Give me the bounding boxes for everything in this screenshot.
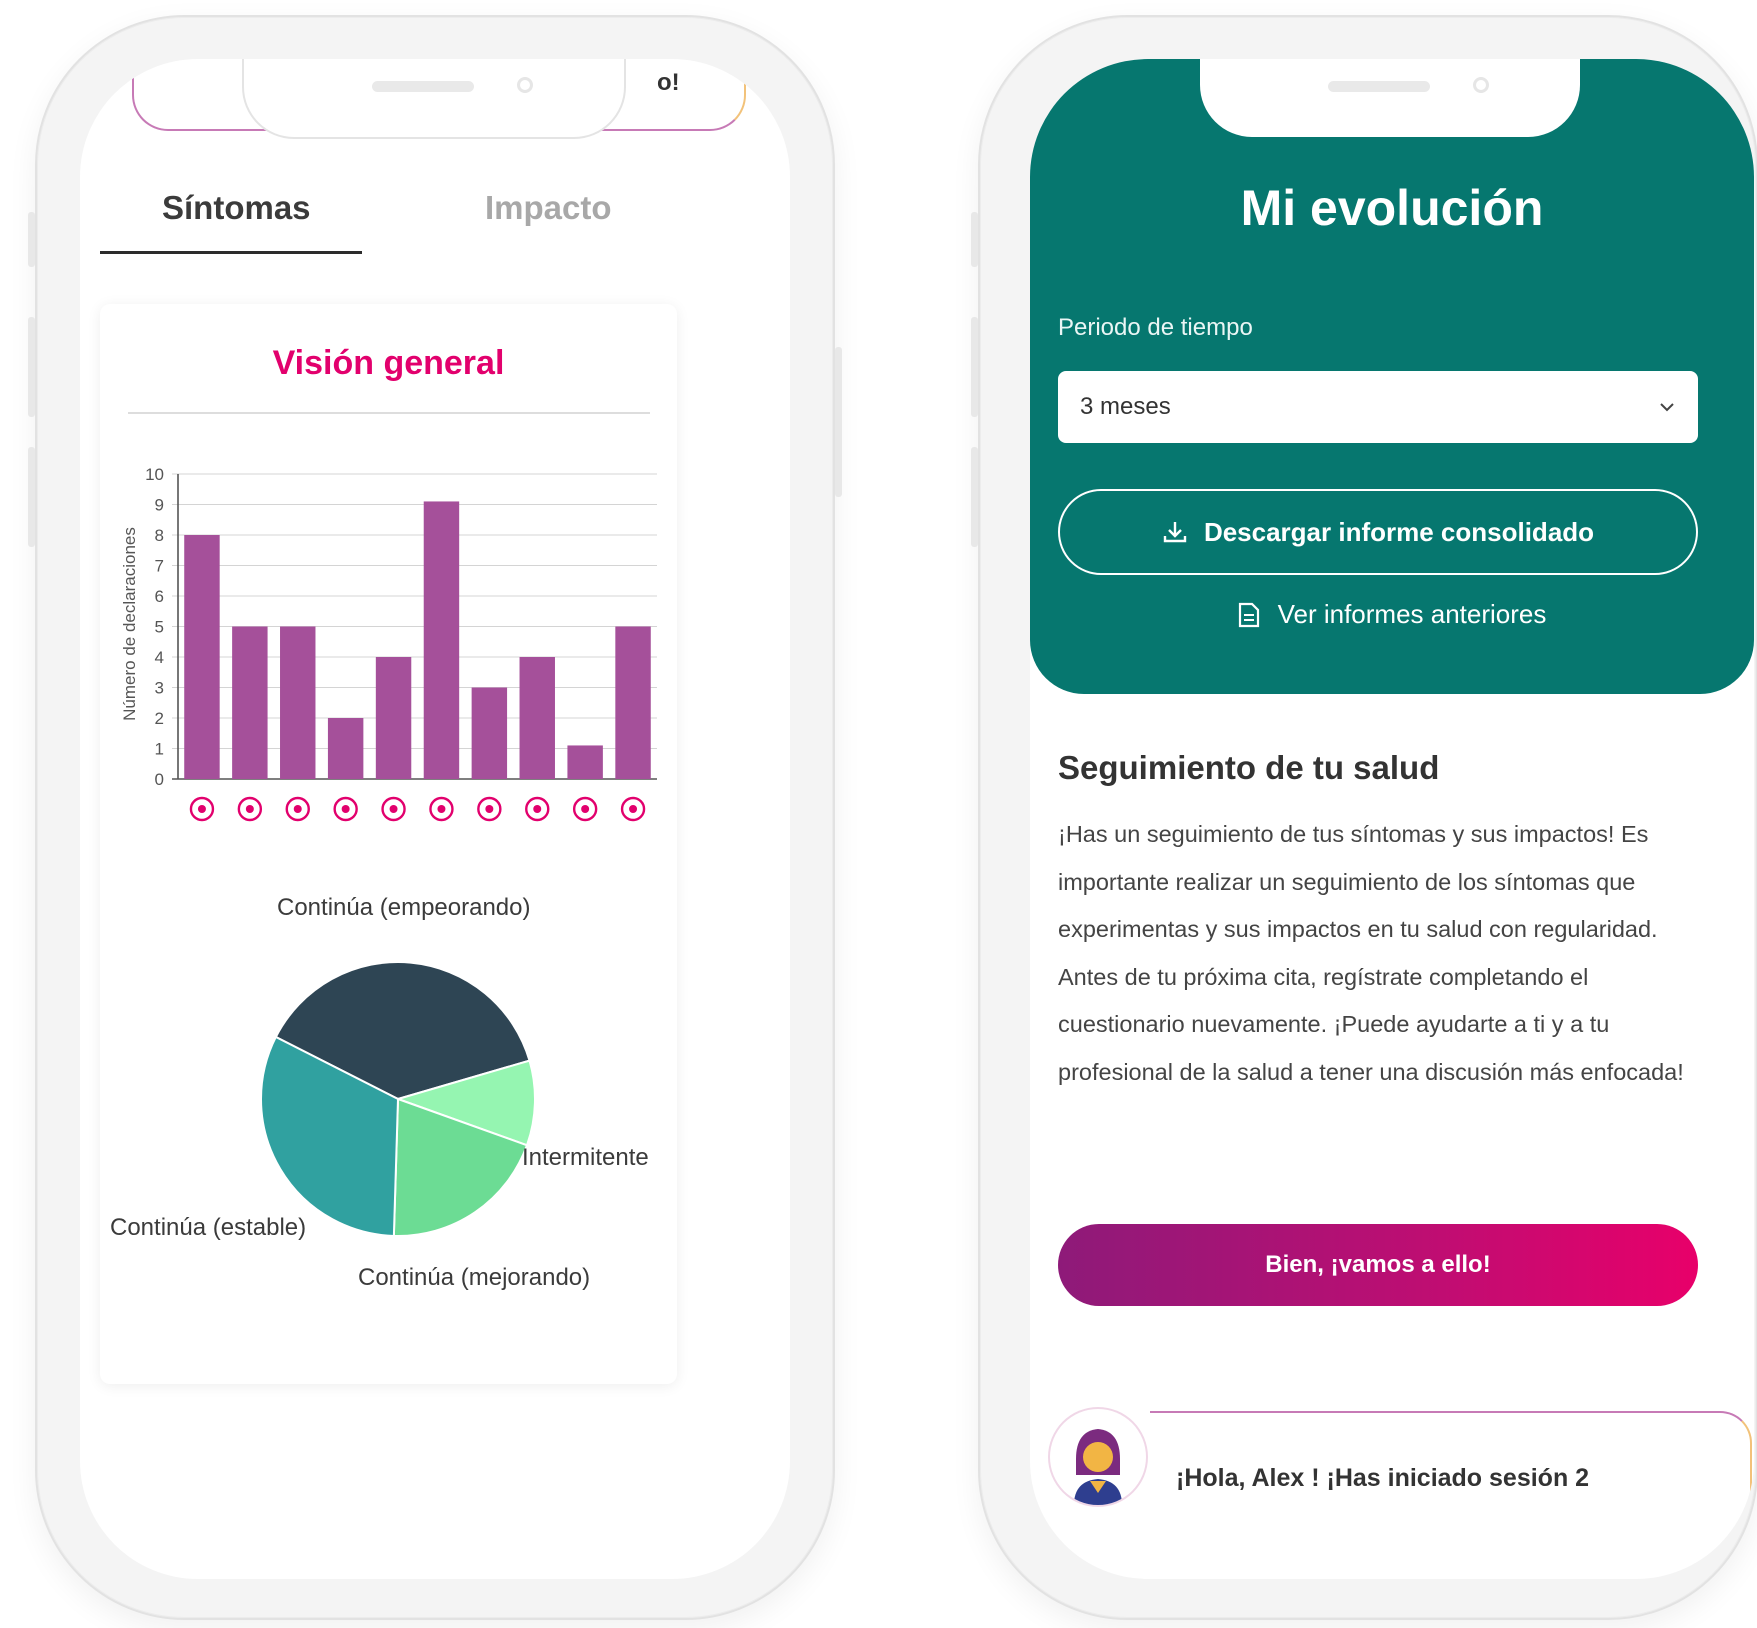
pie-label-intermitente: Intermitente — [522, 1144, 649, 1171]
previous-reports-link[interactable]: Ver informes anteriores — [1030, 599, 1754, 630]
head-pain-icon — [237, 796, 263, 822]
y-tick-label: 6 — [155, 587, 164, 606]
bar-speech — [375, 657, 412, 779]
lets-go-button[interactable]: Bien, ¡vamos a ello! — [1058, 1224, 1698, 1306]
download-report-button[interactable]: Descargar informe consolidado — [1058, 489, 1698, 575]
avatar — [1050, 1409, 1146, 1505]
side-button — [28, 317, 35, 417]
speaker — [372, 81, 474, 92]
section-body: ¡Has un seguimiento de tus síntomas y su… — [1058, 821, 1684, 1085]
divider — [128, 412, 650, 414]
y-tick-label: 1 — [155, 740, 164, 759]
camera — [517, 77, 533, 93]
sparkles-icon — [620, 796, 646, 822]
bar-balance — [423, 501, 460, 779]
left-phone-screen: o! Síntomas Impacto Visión general 0 1 2 3 4… — [80, 59, 790, 1579]
download-icon — [1163, 522, 1187, 543]
avatar-illustration — [1052, 1411, 1144, 1505]
overview-card: Visión general 0 1 2 3 4 5 6 7 8 9 10 Número de de… — [100, 304, 677, 1384]
brain-icon — [285, 796, 310, 822]
speech-bubble-icon — [381, 796, 406, 822]
side-button — [28, 212, 35, 267]
y-tick-label: 10 — [145, 465, 164, 484]
falling-person-icon — [572, 796, 598, 822]
bar-body-posture — [471, 687, 508, 779]
side-button — [971, 212, 978, 267]
overview-title: Visión general — [272, 344, 505, 382]
bar-falling — [567, 745, 603, 779]
document-icon — [1238, 602, 1259, 627]
previous-reports-label: Ver informes anteriores — [1277, 599, 1547, 629]
right-phone-screen: Mi evolución Periodo de tiempo 3 meses D… — [1030, 59, 1754, 1579]
page-title: Mi evolución — [1240, 180, 1544, 236]
period-value: 3 meses — [1080, 393, 1171, 420]
pie-label-estable: Continúa (estable) — [110, 1214, 307, 1241]
phone-notch — [1200, 59, 1580, 137]
bar-chart: 0 1 2 3 4 5 6 7 8 9 10 Número de declaraciones — [120, 465, 657, 822]
side-button — [835, 347, 842, 497]
pie-chart — [260, 961, 536, 1237]
speaker — [1328, 81, 1430, 92]
bar-eye — [327, 718, 364, 779]
y-tick-label: 5 — [155, 618, 164, 637]
section-title: Seguimiento de tu salud — [1058, 749, 1440, 786]
evolution-header: Mi evolución Periodo de tiempo 3 meses D… — [1030, 59, 1754, 694]
y-tick-label: 9 — [155, 496, 164, 515]
y-tick-label: 2 — [155, 709, 164, 728]
right-phone-frame: Mi evolución Periodo de tiempo 3 meses D… — [971, 15, 1757, 1620]
side-button — [971, 447, 978, 547]
y-axis-label: Número de declaraciones — [120, 527, 139, 721]
y-tick-label: 7 — [155, 557, 164, 576]
y-tick-label: 0 — [155, 770, 164, 789]
y-tick-label: 4 — [155, 648, 164, 667]
period-label: Periodo de tiempo — [1058, 314, 1253, 341]
chevron-down-icon — [1660, 403, 1674, 412]
camera — [1473, 77, 1489, 93]
greeting-text: ¡Hola, Alex ! ¡Has iniciado sesión 2 — [1176, 1464, 1590, 1492]
pie-label-mejorando: Continúa (mejorando) — [358, 1264, 591, 1291]
period-select[interactable]: 3 meses — [1058, 371, 1698, 443]
y-tick-label: 8 — [155, 526, 164, 545]
side-button — [971, 317, 978, 417]
bar-sparkles — [615, 626, 651, 779]
bar-tingling — [519, 657, 555, 779]
download-report-label: Descargar informe consolidado — [1203, 516, 1595, 547]
greeting-card — [1150, 1411, 1752, 1579]
y-tick-label: 3 — [155, 679, 164, 698]
phone-notch — [242, 59, 626, 139]
lets-go-label: Bien, ¡vamos a ello! — [1265, 1251, 1491, 1278]
balance-person-icon — [429, 796, 454, 822]
tab-impacto[interactable]: Impacto — [485, 189, 612, 227]
tingling-icon — [525, 796, 550, 822]
bar-head-pain — [232, 626, 268, 779]
bar-walking — [184, 535, 220, 779]
tab-sintomas[interactable]: Síntomas — [162, 189, 311, 227]
body-posture-icon — [477, 796, 502, 822]
bar-brain — [280, 626, 316, 779]
top-card-fragment: o! — [657, 69, 680, 96]
tab-bar: Síntomas Impacto — [100, 179, 770, 259]
pie-label-empeorando: Continúa (empeorando) — [277, 894, 531, 921]
walking-person-icon — [189, 796, 215, 822]
eye-icon — [333, 796, 358, 822]
active-tab-indicator — [100, 251, 362, 254]
side-button — [28, 447, 35, 547]
left-phone-frame: o! Síntomas Impacto Visión general 0 1 2 3 4… — [28, 15, 842, 1620]
